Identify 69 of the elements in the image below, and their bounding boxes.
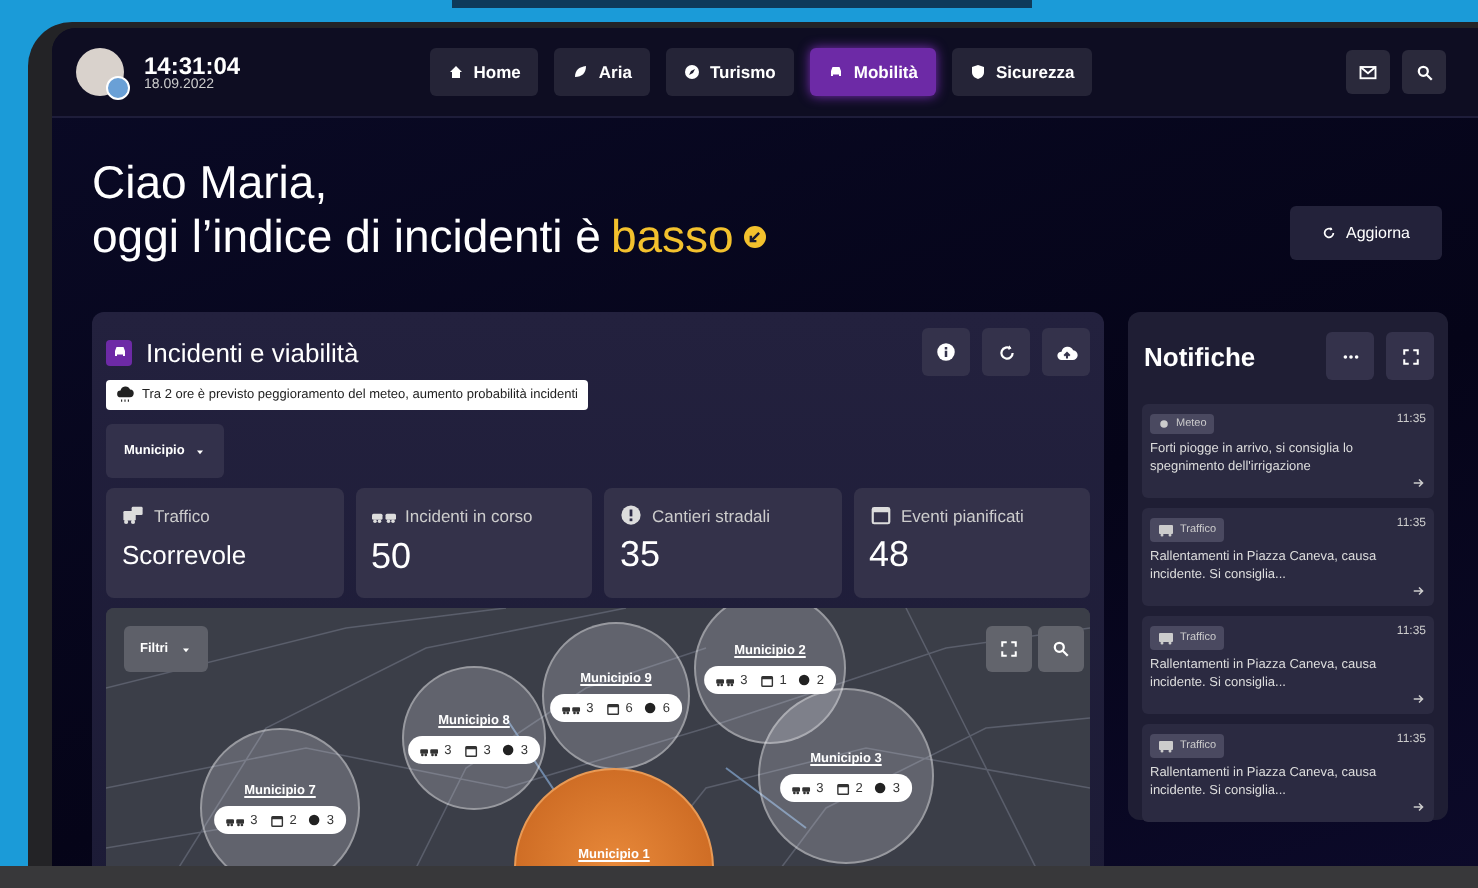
arrow-right-icon [1412,692,1426,706]
arrow-right-icon [1412,584,1426,598]
cloud-upload-button[interactable] [1042,328,1090,376]
alert-icon [620,504,642,526]
refresh-icon [997,343,1015,361]
compass-icon [683,64,700,80]
calendar-icon [269,813,284,827]
nav-tab[interactable]: Sicurezza [951,48,1093,96]
leaf-icon [572,64,589,80]
refresh-button[interactable] [982,328,1030,376]
nav-tab[interactable]: Mobilità [809,48,936,96]
stat-value: 50 [371,536,414,578]
arrow-badge-icon [743,226,766,248]
stat-label: Cantieri stradali [652,505,771,525]
search-button[interactable] [1038,626,1084,672]
shield-icon [969,64,986,80]
bus-icon [1158,738,1174,754]
search-icon [1415,63,1433,81]
index-level-text: basso [610,210,734,264]
refresh-icon [1321,226,1336,240]
rain-cloud-icon [116,386,134,404]
arrow-right-icon [1412,476,1426,490]
calendar-icon [869,504,891,526]
dot-icon [502,744,515,756]
calendar-icon [759,673,774,687]
dot-icon [644,702,657,714]
mail-button[interactable] [1346,50,1390,94]
nav-tab[interactable]: Turismo [665,48,794,96]
calendar-icon [463,743,478,757]
arrow-right-icon [1412,800,1426,814]
envelope-icon [1358,62,1378,82]
car-glyph-icon [111,344,127,360]
search-icon [1052,640,1070,658]
car-icon [827,64,844,80]
refresh-button[interactable]: Aggiorna [1290,206,1442,260]
info-icon [936,342,956,362]
expand-icon [1401,347,1419,365]
stat-value: Scorrevole [122,540,249,570]
greeting-text: oggi l’indice di incidenti è [92,210,601,264]
home-icon [447,64,464,80]
stat-value: 35 [620,534,663,576]
bus-icon [1158,630,1174,646]
calendar-icon [605,701,620,715]
stat-label: Traffico [154,505,210,525]
panel-title: Incidenti e viabilità [146,337,359,367]
sun-icon [1158,418,1170,430]
caret-icon [180,643,193,655]
clock-time: 14:31:04 [144,53,241,77]
fullscreen-button[interactable] [986,626,1032,672]
info-button[interactable] [922,328,970,376]
vehicles-icon [122,504,144,526]
nav-tab[interactable]: Aria [554,48,650,96]
stat-label: Incidenti in corso [405,506,533,526]
nav-tab[interactable]: Home [429,48,539,96]
bus-icon [1158,522,1174,538]
search-button[interactable] [1402,50,1446,94]
panel-title: Notifiche [1142,341,1256,371]
greeting-text: Ciao Maria, [92,156,330,210]
dot-icon [874,782,887,794]
stat-label: Eventi pianificati [901,505,1024,525]
fullscreen-button[interactable] [1386,332,1434,380]
cloud-upload-icon [1055,341,1077,363]
stat-value: 48 [869,534,912,576]
user-avatar[interactable] [76,48,124,96]
expand-icon [1000,640,1018,658]
caret-icon [194,445,207,457]
calendar-icon [835,781,850,795]
dot-icon [308,814,321,826]
dot-icon [798,674,811,686]
